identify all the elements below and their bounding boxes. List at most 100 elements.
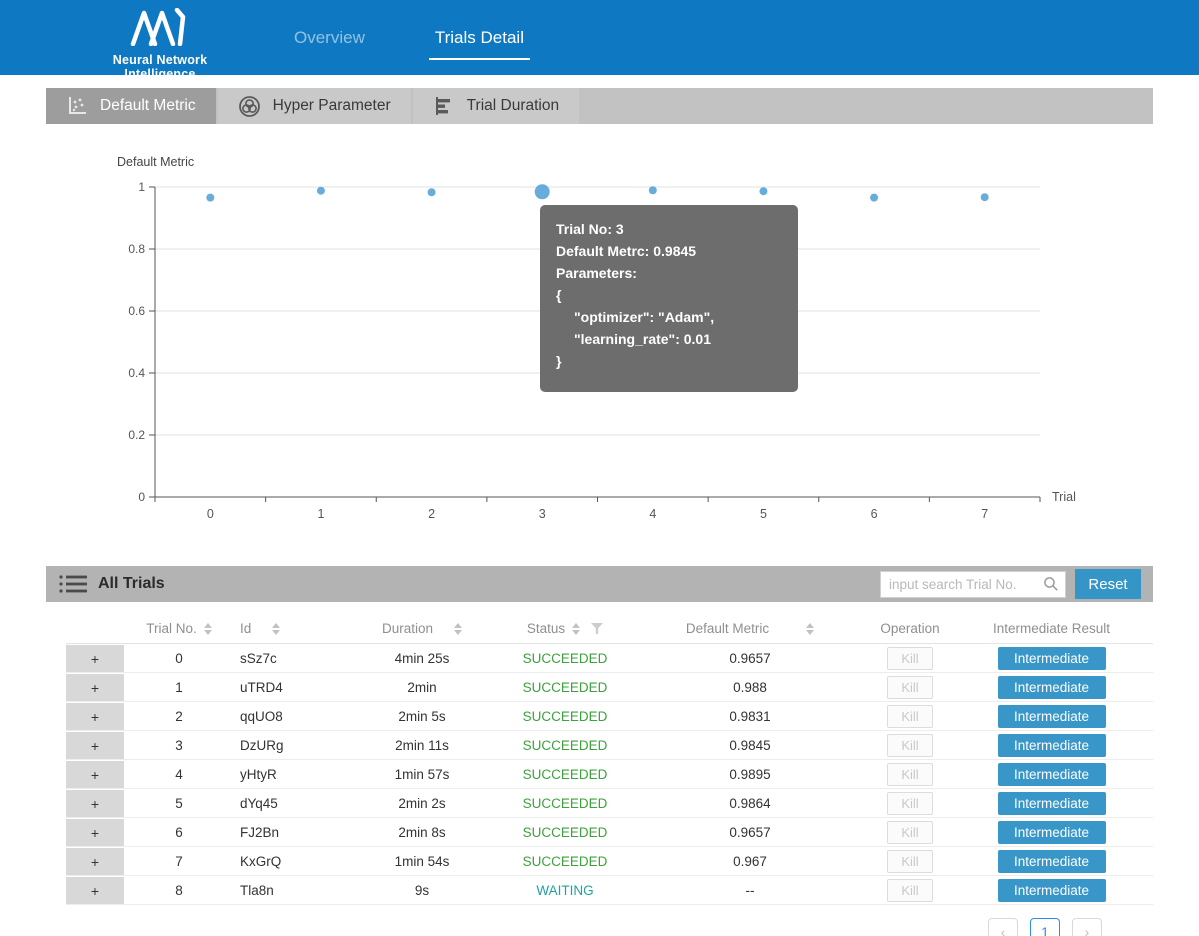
kill-button[interactable]: Kill [887, 821, 933, 844]
intermediate-button[interactable]: Intermediate [998, 821, 1106, 844]
intermediate-button[interactable]: Intermediate [998, 734, 1106, 757]
list-icon [58, 573, 88, 595]
header-operation: Operation [870, 621, 950, 636]
duration-cell: 9s [344, 883, 500, 898]
expand-row-button[interactable]: + [66, 848, 124, 875]
svg-text:1: 1 [138, 180, 145, 194]
kill-button[interactable]: Kill [887, 676, 933, 699]
expand-row-button[interactable]: + [66, 790, 124, 817]
svg-text:0.8: 0.8 [128, 242, 145, 256]
kill-button[interactable]: Kill [887, 734, 933, 757]
status-cell: SUCCEEDED [500, 738, 630, 753]
main-nav: Overview Trials Detail [290, 0, 528, 75]
status-cell: SUCCEEDED [500, 796, 630, 811]
table-row: +8Tla8n9sWAITING--KillIntermediate [66, 876, 1153, 905]
metric-cell: 0.9831 [630, 709, 870, 724]
tab-hyper-parameter[interactable]: Hyper Parameter [218, 88, 411, 124]
trial-no-cell: 1 [124, 680, 234, 695]
header-status[interactable]: Status [500, 621, 630, 636]
svg-text:6: 6 [871, 507, 878, 521]
header-id[interactable]: Id [234, 621, 344, 636]
operation-cell: Kill [870, 705, 950, 728]
page-1-button[interactable]: 1 [1030, 918, 1060, 936]
reset-button[interactable]: Reset [1075, 569, 1141, 599]
scatter-chart-icon [66, 95, 88, 117]
duration-cell: 4min 25s [344, 651, 500, 666]
operation-cell: Kill [870, 850, 950, 873]
trial-no-cell: 6 [124, 825, 234, 840]
expand-row-button[interactable]: + [66, 732, 124, 759]
kill-button[interactable]: Kill [887, 850, 933, 873]
tooltip-line: { [556, 284, 782, 306]
svg-text:Trial: Trial [1052, 490, 1076, 504]
header-trial-no[interactable]: Trial No. [124, 621, 234, 636]
header-duration[interactable]: Duration [344, 621, 500, 636]
nav-trials-detail[interactable]: Trials Detail [431, 22, 528, 54]
all-trials-header: All Trials Reset [46, 566, 1153, 602]
tab-label: Default Metric [100, 97, 196, 115]
search-input[interactable] [880, 571, 1066, 598]
intermediate-cell: Intermediate [950, 792, 1153, 815]
expand-row-button[interactable]: + [66, 761, 124, 788]
status-cell: SUCCEEDED [500, 680, 630, 695]
svg-text:5: 5 [760, 507, 767, 521]
kill-button[interactable]: Kill [887, 705, 933, 728]
intermediate-button[interactable]: Intermediate [998, 879, 1106, 902]
filter-icon[interactable] [591, 623, 603, 634]
duration-cell: 2min 2s [344, 796, 500, 811]
expand-row-button[interactable]: + [66, 877, 124, 904]
nni-logo-icon [129, 8, 191, 46]
expand-cell-wrap: + [66, 789, 124, 817]
intermediate-button[interactable]: Intermediate [998, 676, 1106, 699]
intermediate-button[interactable]: Intermediate [998, 647, 1106, 670]
duration-cell: 2min 8s [344, 825, 500, 840]
expand-row-button[interactable]: + [66, 819, 124, 846]
tab-default-metric[interactable]: Default Metric [46, 88, 216, 124]
all-trials-title: All Trials [98, 575, 165, 593]
brand-text: Neural Network Intelligence [85, 53, 235, 81]
expand-cell-wrap: + [66, 731, 124, 759]
svg-text:1: 1 [317, 507, 324, 521]
status-cell: SUCCEEDED [500, 709, 630, 724]
trial-no-cell: 2 [124, 709, 234, 724]
sort-icon[interactable] [204, 623, 212, 635]
tab-trial-duration[interactable]: Trial Duration [413, 88, 579, 124]
header-default-metric[interactable]: Default Metric [630, 621, 870, 636]
intermediate-button[interactable]: Intermediate [998, 850, 1106, 873]
operation-cell: Kill [870, 879, 950, 902]
status-cell: WAITING [500, 883, 630, 898]
intermediate-button[interactable]: Intermediate [998, 705, 1106, 728]
tab-label: Trial Duration [467, 97, 559, 115]
prev-page-button[interactable]: ‹ [988, 918, 1018, 936]
hyper-parameter-icon [238, 95, 261, 118]
search-icon [1043, 576, 1059, 592]
table-row: +0sSz7c4min 25sSUCCEEDED0.9657KillInterm… [66, 644, 1153, 673]
expand-row-button[interactable]: + [66, 703, 124, 730]
intermediate-cell: Intermediate [950, 821, 1153, 844]
trial-id-cell: Tla8n [234, 883, 344, 898]
intermediate-button[interactable]: Intermediate [998, 792, 1106, 815]
next-page-button[interactable]: › [1072, 918, 1102, 936]
table-row: +7KxGrQ1min 54sSUCCEEDED0.967KillInterme… [66, 847, 1153, 876]
expand-row-button[interactable]: + [66, 674, 124, 701]
svg-text:0: 0 [207, 507, 214, 521]
sort-icon[interactable] [572, 623, 580, 635]
kill-button[interactable]: Kill [887, 792, 933, 815]
table-row: +6FJ2Bn2min 8sSUCCEEDED0.9657KillInterme… [66, 818, 1153, 847]
trial-no-cell: 3 [124, 738, 234, 753]
kill-button[interactable]: Kill [887, 763, 933, 786]
svg-text:3: 3 [539, 507, 546, 521]
tooltip-line: "learning_rate": 0.01 [556, 328, 782, 350]
sort-icon[interactable] [454, 623, 462, 635]
kill-button[interactable]: Kill [887, 879, 933, 902]
expand-cell-wrap: + [66, 702, 124, 730]
sort-icon[interactable] [272, 623, 280, 635]
table-row: +2qqUO82min 5sSUCCEEDED0.9831KillInterme… [66, 702, 1153, 731]
nav-overview[interactable]: Overview [290, 22, 369, 54]
kill-button[interactable]: Kill [887, 647, 933, 670]
intermediate-cell: Intermediate [950, 647, 1153, 670]
expand-row-button[interactable]: + [66, 645, 124, 672]
intermediate-button[interactable]: Intermediate [998, 763, 1106, 786]
sort-icon[interactable] [806, 623, 814, 635]
table-row: +3DzURg2min 11sSUCCEEDED0.9845KillInterm… [66, 731, 1153, 760]
